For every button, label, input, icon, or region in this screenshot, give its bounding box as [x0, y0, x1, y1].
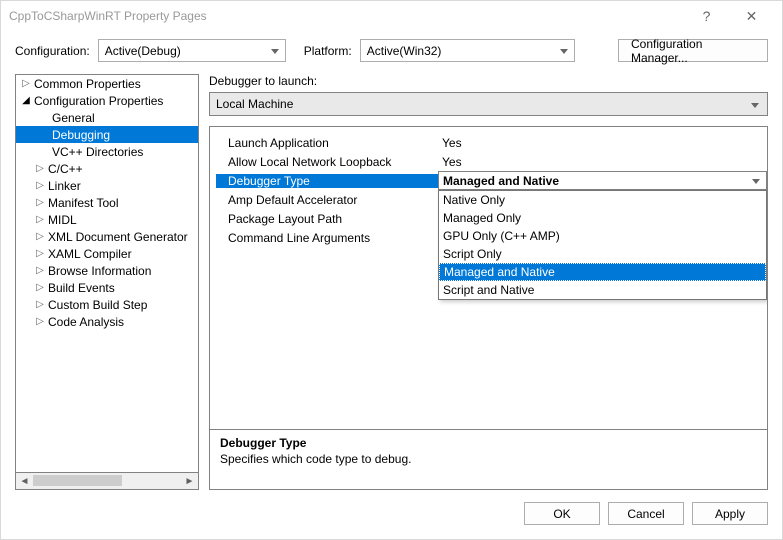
cancel-button[interactable]: Cancel [608, 502, 684, 525]
dropdown-option[interactable]: Managed and Native [439, 263, 766, 281]
dropdown-option[interactable]: GPU Only (C++ AMP) [439, 227, 766, 245]
tree-item[interactable]: ▷XAML Compiler [16, 245, 198, 262]
tree-item[interactable]: Debugging [16, 126, 198, 143]
property-name: Command Line Arguments [210, 231, 438, 245]
tree-item-common[interactable]: ▷Common Properties [16, 75, 198, 92]
scroll-right-icon[interactable]: ► [181, 473, 198, 489]
titlebar: CppToCSharpWinRT Property Pages ? ✕ [1, 1, 782, 31]
debugger-launch-combo[interactable]: Local Machine [209, 92, 768, 116]
platform-label: Platform: [304, 44, 352, 58]
property-row[interactable]: Debugger TypeManaged and Native [210, 171, 767, 190]
ok-button[interactable]: OK [524, 502, 600, 525]
tree-item-config[interactable]: ◢Configuration Properties [16, 92, 198, 109]
dropdown-option[interactable]: Native Only [439, 191, 766, 209]
config-manager-button[interactable]: Configuration Manager... [618, 39, 768, 62]
property-value[interactable]: Yes [438, 155, 767, 169]
property-name: Allow Local Network Loopback [210, 155, 438, 169]
chevron-right-icon: ▷ [34, 282, 46, 293]
chevron-right-icon: ▷ [34, 316, 46, 327]
tree-item[interactable]: ▷Manifest Tool [16, 194, 198, 211]
scroll-track[interactable] [33, 473, 181, 489]
chevron-right-icon: ▷ [20, 78, 32, 89]
tree-item[interactable]: ▷Code Analysis [16, 313, 198, 330]
tree-item[interactable]: ▷Linker [16, 177, 198, 194]
description-pane: Debugger Type Specifies which code type … [210, 429, 767, 489]
dropdown-option[interactable]: Managed Only [439, 209, 766, 227]
description-title: Debugger Type [220, 436, 757, 450]
chevron-right-icon: ▷ [34, 265, 46, 276]
debugger-type-dropdown[interactable]: Native OnlyManaged OnlyGPU Only (C++ AMP… [438, 190, 767, 300]
dropdown-option[interactable]: Script Only [439, 245, 766, 263]
close-button[interactable]: ✕ [729, 8, 774, 25]
property-name: Package Layout Path [210, 212, 438, 226]
chevron-right-icon: ▷ [34, 214, 46, 225]
property-pages-dialog: CppToCSharpWinRT Property Pages ? ✕ Conf… [0, 0, 783, 540]
dropdown-option[interactable]: Script and Native [439, 281, 766, 299]
debugger-launch-label: Debugger to launch: [209, 74, 768, 88]
config-toolbar: Configuration: Active(Debug) Platform: A… [1, 31, 782, 74]
tree-item[interactable]: ▷Custom Build Step [16, 296, 198, 313]
platform-combo[interactable]: Active(Win32) [360, 39, 575, 62]
description-text: Specifies which code type to debug. [220, 452, 757, 466]
configuration-value: Active(Debug) [105, 44, 181, 58]
tree-item[interactable]: VC++ Directories [16, 143, 198, 160]
nav-tree[interactable]: ▷Common Properties◢Configuration Propert… [15, 74, 199, 473]
scroll-thumb[interactable] [33, 475, 122, 486]
configuration-label: Configuration: [15, 44, 90, 58]
tree-item[interactable]: ▷XML Document Generator [16, 228, 198, 245]
platform-value: Active(Win32) [367, 44, 442, 58]
property-grid: Launch ApplicationYesAllow Local Network… [209, 126, 768, 490]
property-name: Amp Default Accelerator [210, 193, 438, 207]
tree-item[interactable]: ▷Build Events [16, 279, 198, 296]
apply-button[interactable]: Apply [692, 502, 768, 525]
tree-h-scrollbar[interactable]: ◄ ► [15, 473, 199, 490]
tree-item[interactable]: ▷Browse Information [16, 262, 198, 279]
chevron-right-icon: ▷ [34, 299, 46, 310]
help-button[interactable]: ? [684, 8, 729, 24]
scroll-left-icon[interactable]: ◄ [16, 473, 33, 489]
configuration-combo[interactable]: Active(Debug) [98, 39, 286, 62]
tree-item[interactable]: ▷C/C++ [16, 160, 198, 177]
chevron-right-icon: ▷ [34, 163, 46, 174]
property-value[interactable]: Managed and Native [438, 171, 767, 190]
chevron-right-icon: ▷ [34, 248, 46, 259]
tree-item[interactable]: General [16, 109, 198, 126]
property-row[interactable]: Launch ApplicationYes [210, 133, 767, 152]
property-name: Launch Application [210, 136, 438, 150]
chevron-down-icon: ◢ [20, 95, 32, 106]
debugger-launch-value: Local Machine [216, 97, 293, 111]
window-title: CppToCSharpWinRT Property Pages [9, 9, 684, 23]
tree-item[interactable]: ▷MIDL [16, 211, 198, 228]
chevron-right-icon: ▷ [34, 197, 46, 208]
property-name: Debugger Type [216, 174, 438, 188]
property-row[interactable]: Allow Local Network LoopbackYes [210, 152, 767, 171]
chevron-right-icon: ▷ [34, 180, 46, 191]
property-value[interactable]: Yes [438, 136, 767, 150]
chevron-right-icon: ▷ [34, 231, 46, 242]
dialog-footer: OK Cancel Apply [1, 490, 782, 539]
